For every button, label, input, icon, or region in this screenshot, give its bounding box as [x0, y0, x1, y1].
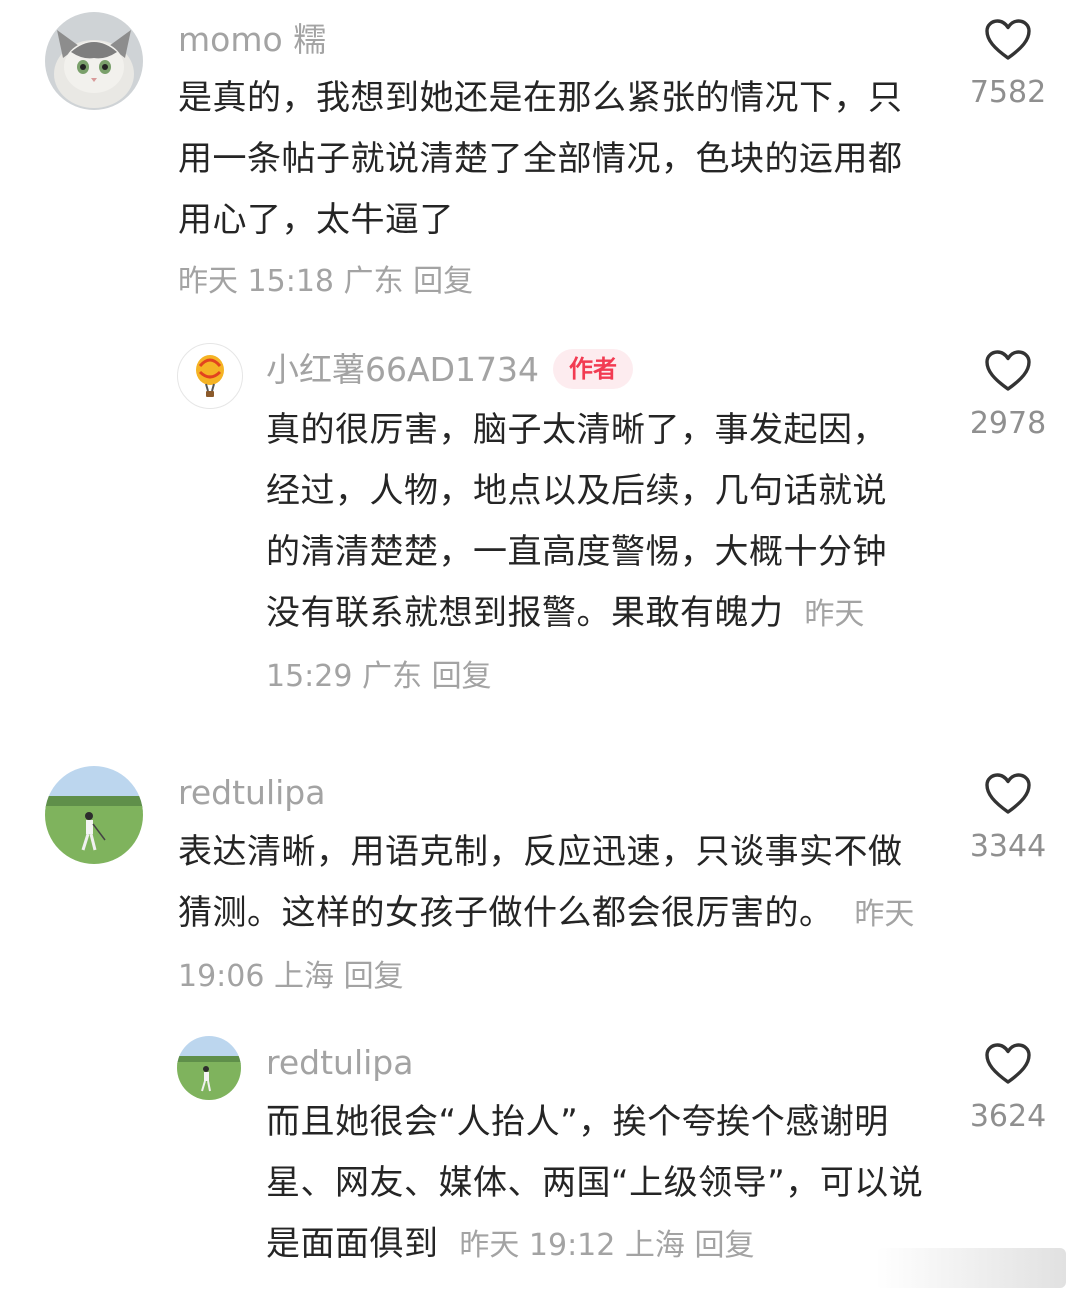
like-count: 7582 [969, 75, 1047, 110]
reply-button[interactable]: 回复 [413, 264, 473, 299]
comment-text: 真的很厉害，脑子太清晰了，事发起因，经过，人物，地点以及后续，几句话就说的清清楚… [266, 410, 887, 694]
avatar[interactable] [45, 12, 143, 110]
avatar[interactable] [177, 1036, 241, 1100]
username: 小红薯66AD1734 作者 [266, 348, 633, 392]
heart-icon [985, 773, 1031, 814]
comment-location: 上海 [274, 959, 335, 994]
heart-icon [985, 350, 1031, 391]
avatar[interactable] [177, 343, 243, 409]
comment-time: 昨天 15:18 [178, 264, 334, 299]
heart-icon [985, 1043, 1031, 1084]
username[interactable]: redtulipa [178, 773, 325, 813]
author-badge: 作者 [552, 348, 633, 389]
comment-text: 表达清晰，用语克制，反应迅速，只谈事实不做猜测。这样的女孩子做什么都会很厉害的。… [178, 832, 915, 994]
comment-location: 广东 [362, 659, 423, 694]
comment-text: 而且她很会“人抬人”，挨个夸挨个感谢明星、网友、媒体、两国“上级领导”，可以说是… [266, 1102, 924, 1264]
username[interactable]: momo 糯 [178, 20, 326, 60]
comment-meta: 昨天 19:12 上海 回复 [450, 1228, 754, 1263]
like-count: 3624 [969, 1099, 1047, 1134]
like-button[interactable]: 3624 [953, 1042, 1063, 1134]
like-button[interactable]: 7582 [953, 18, 1063, 110]
cat-avatar-icon [45, 12, 143, 110]
like-count: 3344 [969, 829, 1047, 864]
comment-meta: 昨天 15:18 广东 回复 [178, 262, 473, 302]
heart-icon [985, 19, 1031, 60]
watermark [876, 1248, 1066, 1288]
comment-location: 上海 [624, 1228, 685, 1263]
like-button[interactable]: 2978 [953, 349, 1063, 441]
reply-button[interactable]: 回复 [344, 959, 404, 994]
avatar[interactable] [45, 766, 143, 864]
reply-button[interactable]: 回复 [694, 1228, 754, 1263]
golf-avatar-icon [45, 766, 143, 864]
comment-location: 广东 [343, 264, 404, 299]
golf-avatar-icon [177, 1036, 241, 1100]
like-count: 2978 [969, 406, 1047, 441]
username[interactable]: redtulipa [266, 1043, 413, 1083]
like-button[interactable]: 3344 [953, 772, 1063, 864]
balloon-avatar-icon [196, 355, 224, 397]
comment-time: 昨天 19:12 [459, 1228, 616, 1263]
comment-text: 是真的，我想到她还是在那么紧张的情况下，只用一条帖子就说清楚了全部情况，色块的运… [178, 78, 903, 240]
reply-button[interactable]: 回复 [432, 659, 492, 694]
